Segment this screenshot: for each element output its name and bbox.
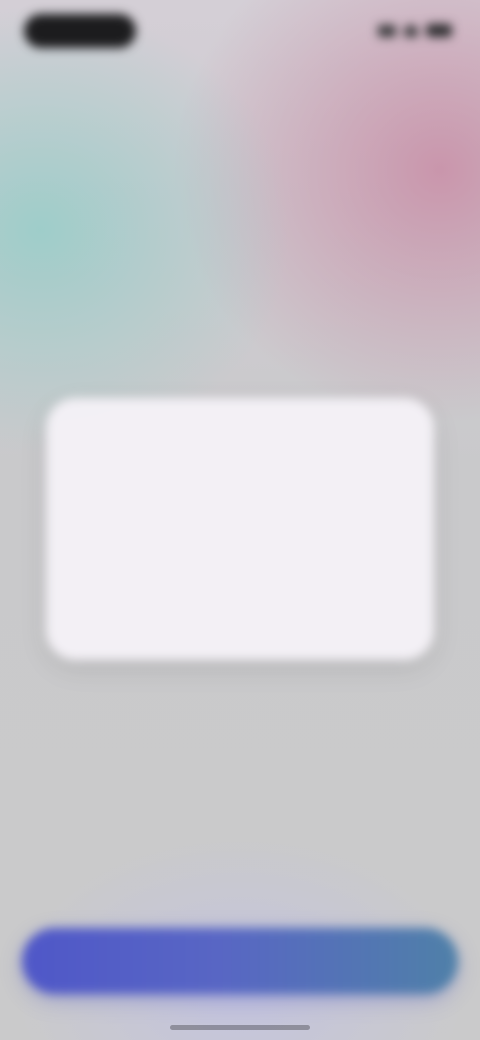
home-indicator[interactable]: [170, 1025, 310, 1030]
dynamic-island: [24, 14, 136, 48]
info-card: [46, 398, 434, 660]
app-screen: [0, 0, 480, 1040]
wifi-icon: [404, 24, 418, 37]
continue-button[interactable]: [22, 928, 458, 994]
cellular-signal-icon: [378, 24, 396, 37]
status-icons: [378, 24, 452, 37]
status-bar: [0, 0, 480, 62]
battery-icon: [426, 24, 452, 37]
